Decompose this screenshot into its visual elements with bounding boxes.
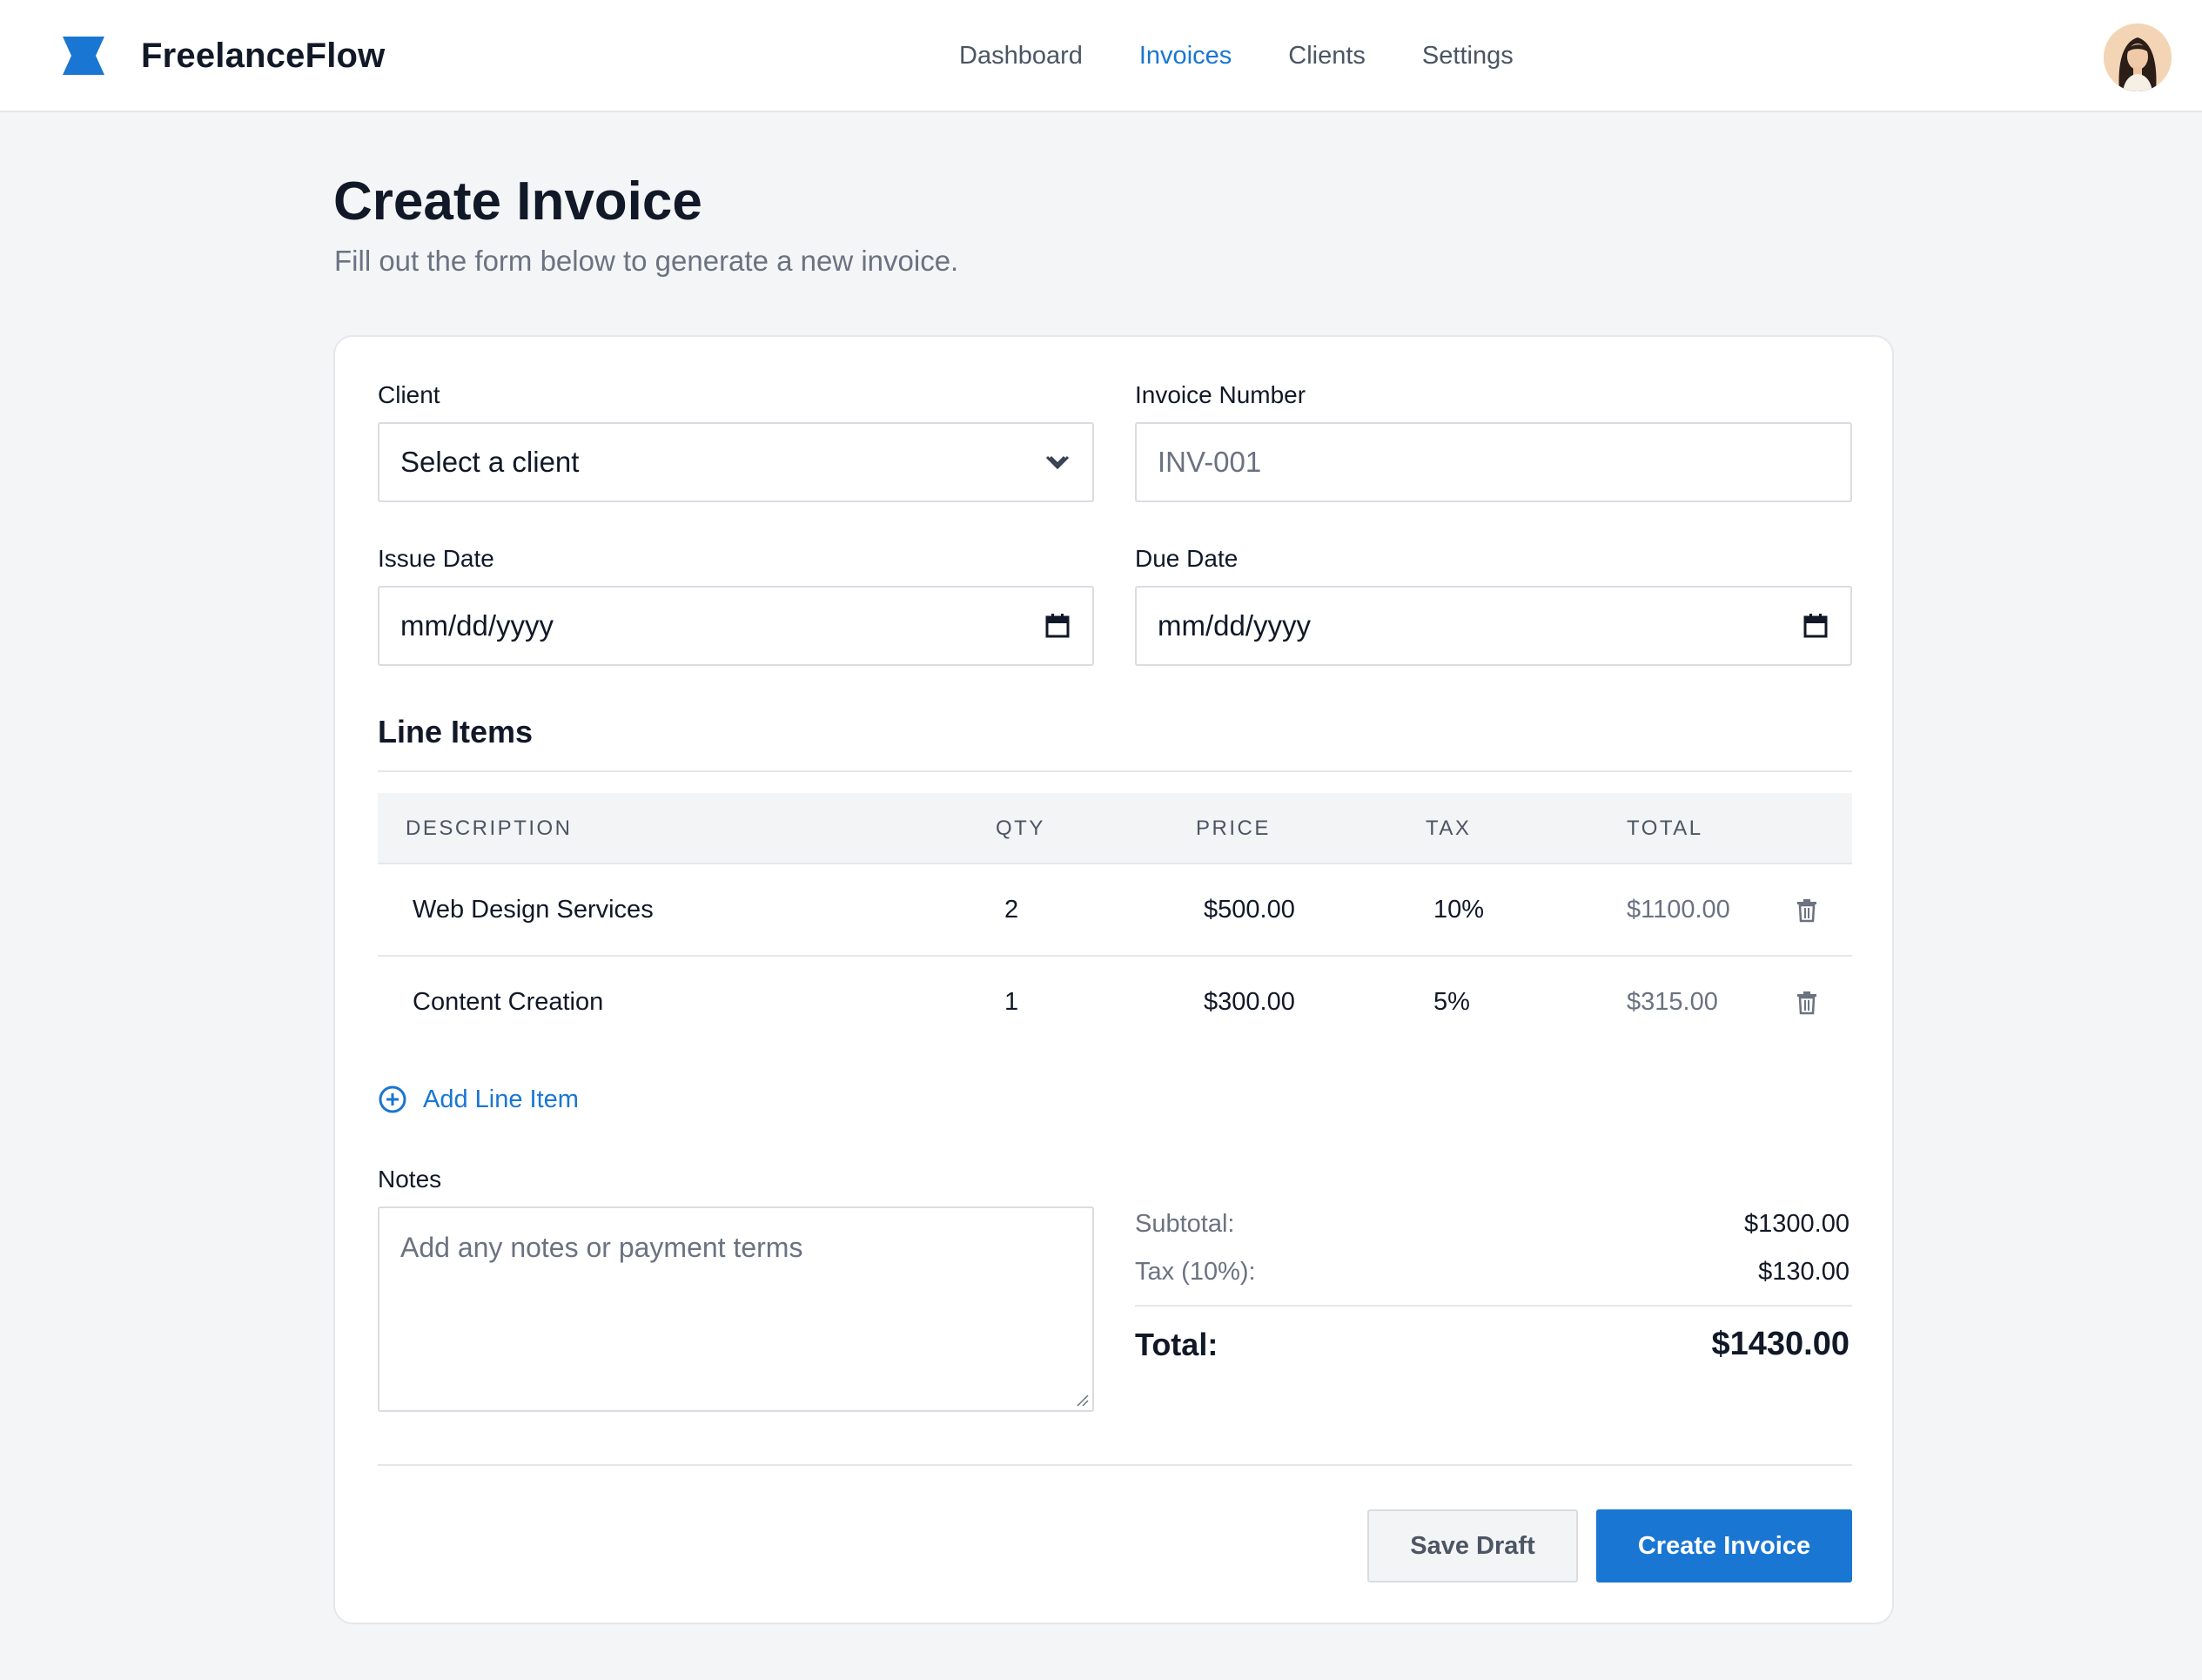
page-subtitle: Fill out the form below to generate a ne… [334,245,959,277]
create-invoice-button[interactable]: Create Invoice [1596,1509,1852,1583]
issue-date-input[interactable]: mm/dd/yyyy [378,586,1094,666]
item-price[interactable]: $500.00 [1204,892,1295,927]
section-divider [378,770,1852,772]
table-row: Web Design Services 2 $500.00 10% $1100.… [378,864,1852,957]
client-select-value: Select a client [400,446,580,478]
due-date-label: Due Date [1135,545,1239,572]
save-draft-button[interactable]: Save Draft [1367,1509,1578,1583]
client-select[interactable]: Select a client [378,422,1094,502]
item-price[interactable]: $300.00 [1204,984,1295,1019]
plus-circle-icon [379,1085,406,1113]
subtotal-label: Subtotal: [1135,1210,1235,1238]
page-title: Create Invoice [333,171,702,232]
calendar-icon[interactable] [1802,612,1829,640]
tax-label: Tax (10%): [1135,1258,1256,1286]
total-value: $1430.00 [1711,1326,1850,1362]
line-items-table-header: DESCRIPTION QTY PRICE TAX TOTAL [378,793,1852,864]
avatar[interactable] [2104,24,2172,91]
subtotal-value: $1300.00 [1744,1210,1850,1238]
notes-label: Notes [378,1166,442,1193]
item-tax[interactable]: 10% [1433,892,1484,927]
due-date-value: mm/dd/yyyy [1158,609,1312,642]
item-total: $1100.00 [1627,896,1730,924]
client-label: Client [378,381,440,408]
item-qty[interactable]: 2 [1004,892,1018,927]
footer-divider [378,1464,1852,1466]
add-line-item-button[interactable]: Add Line Item [378,1082,579,1117]
column-header-qty: QTY [996,816,1045,840]
trash-icon[interactable] [1794,990,1820,1016]
item-description[interactable]: Content Creation [413,984,603,1019]
invoice-number-placeholder: INV-001 [1158,446,1262,478]
invoice-form-card: Client Select a client Invoice Number IN… [333,335,1894,1624]
issue-date-label: Issue Date [378,545,494,572]
item-description[interactable]: Web Design Services [413,892,654,927]
summary-divider [1135,1305,1852,1307]
invoice-number-input[interactable]: INV-001 [1135,422,1852,502]
notes-textarea[interactable]: Add any notes or payment terms [378,1206,1094,1412]
invoice-number-label: Invoice Number [1135,381,1306,408]
nav-item-invoices[interactable]: Invoices [1139,37,1232,75]
item-tax[interactable]: 5% [1433,984,1470,1019]
top-navbar: FreelanceFlow Dashboard Invoices Clients… [0,0,2202,112]
calendar-icon[interactable] [1044,612,1071,640]
column-header-description: DESCRIPTION [406,816,573,840]
column-header-price: PRICE [1196,816,1271,840]
nav-item-settings[interactable]: Settings [1422,37,1514,75]
main-nav: Dashboard Invoices Clients Settings [959,37,1570,75]
nav-item-dashboard[interactable]: Dashboard [959,37,1083,75]
column-header-total: TOTAL [1627,816,1703,840]
column-header-tax: TAX [1426,816,1472,840]
table-row: Content Creation 1 $300.00 5% $315.00 [378,957,1852,1049]
notes-placeholder: Add any notes or payment terms [400,1232,803,1263]
tax-value: $130.00 [1758,1258,1850,1286]
total-label: Total: [1135,1327,1218,1362]
brand[interactable]: FreelanceFlow [61,33,385,78]
issue-date-value: mm/dd/yyyy [400,609,554,642]
resize-handle-icon[interactable] [1075,1393,1089,1407]
add-line-item-label: Add Line Item [423,1085,579,1113]
due-date-input[interactable]: mm/dd/yyyy [1135,586,1852,666]
item-qty[interactable]: 1 [1004,984,1018,1019]
trash-icon[interactable] [1794,897,1820,924]
chevron-down-icon [1045,455,1070,470]
item-total: $315.00 [1627,988,1718,1016]
app-name: FreelanceFlow [141,36,386,75]
logo-icon [63,37,104,75]
nav-item-clients[interactable]: Clients [1288,37,1366,75]
line-items-title: Line Items [378,714,534,749]
user-avatar-icon [2104,24,2172,91]
